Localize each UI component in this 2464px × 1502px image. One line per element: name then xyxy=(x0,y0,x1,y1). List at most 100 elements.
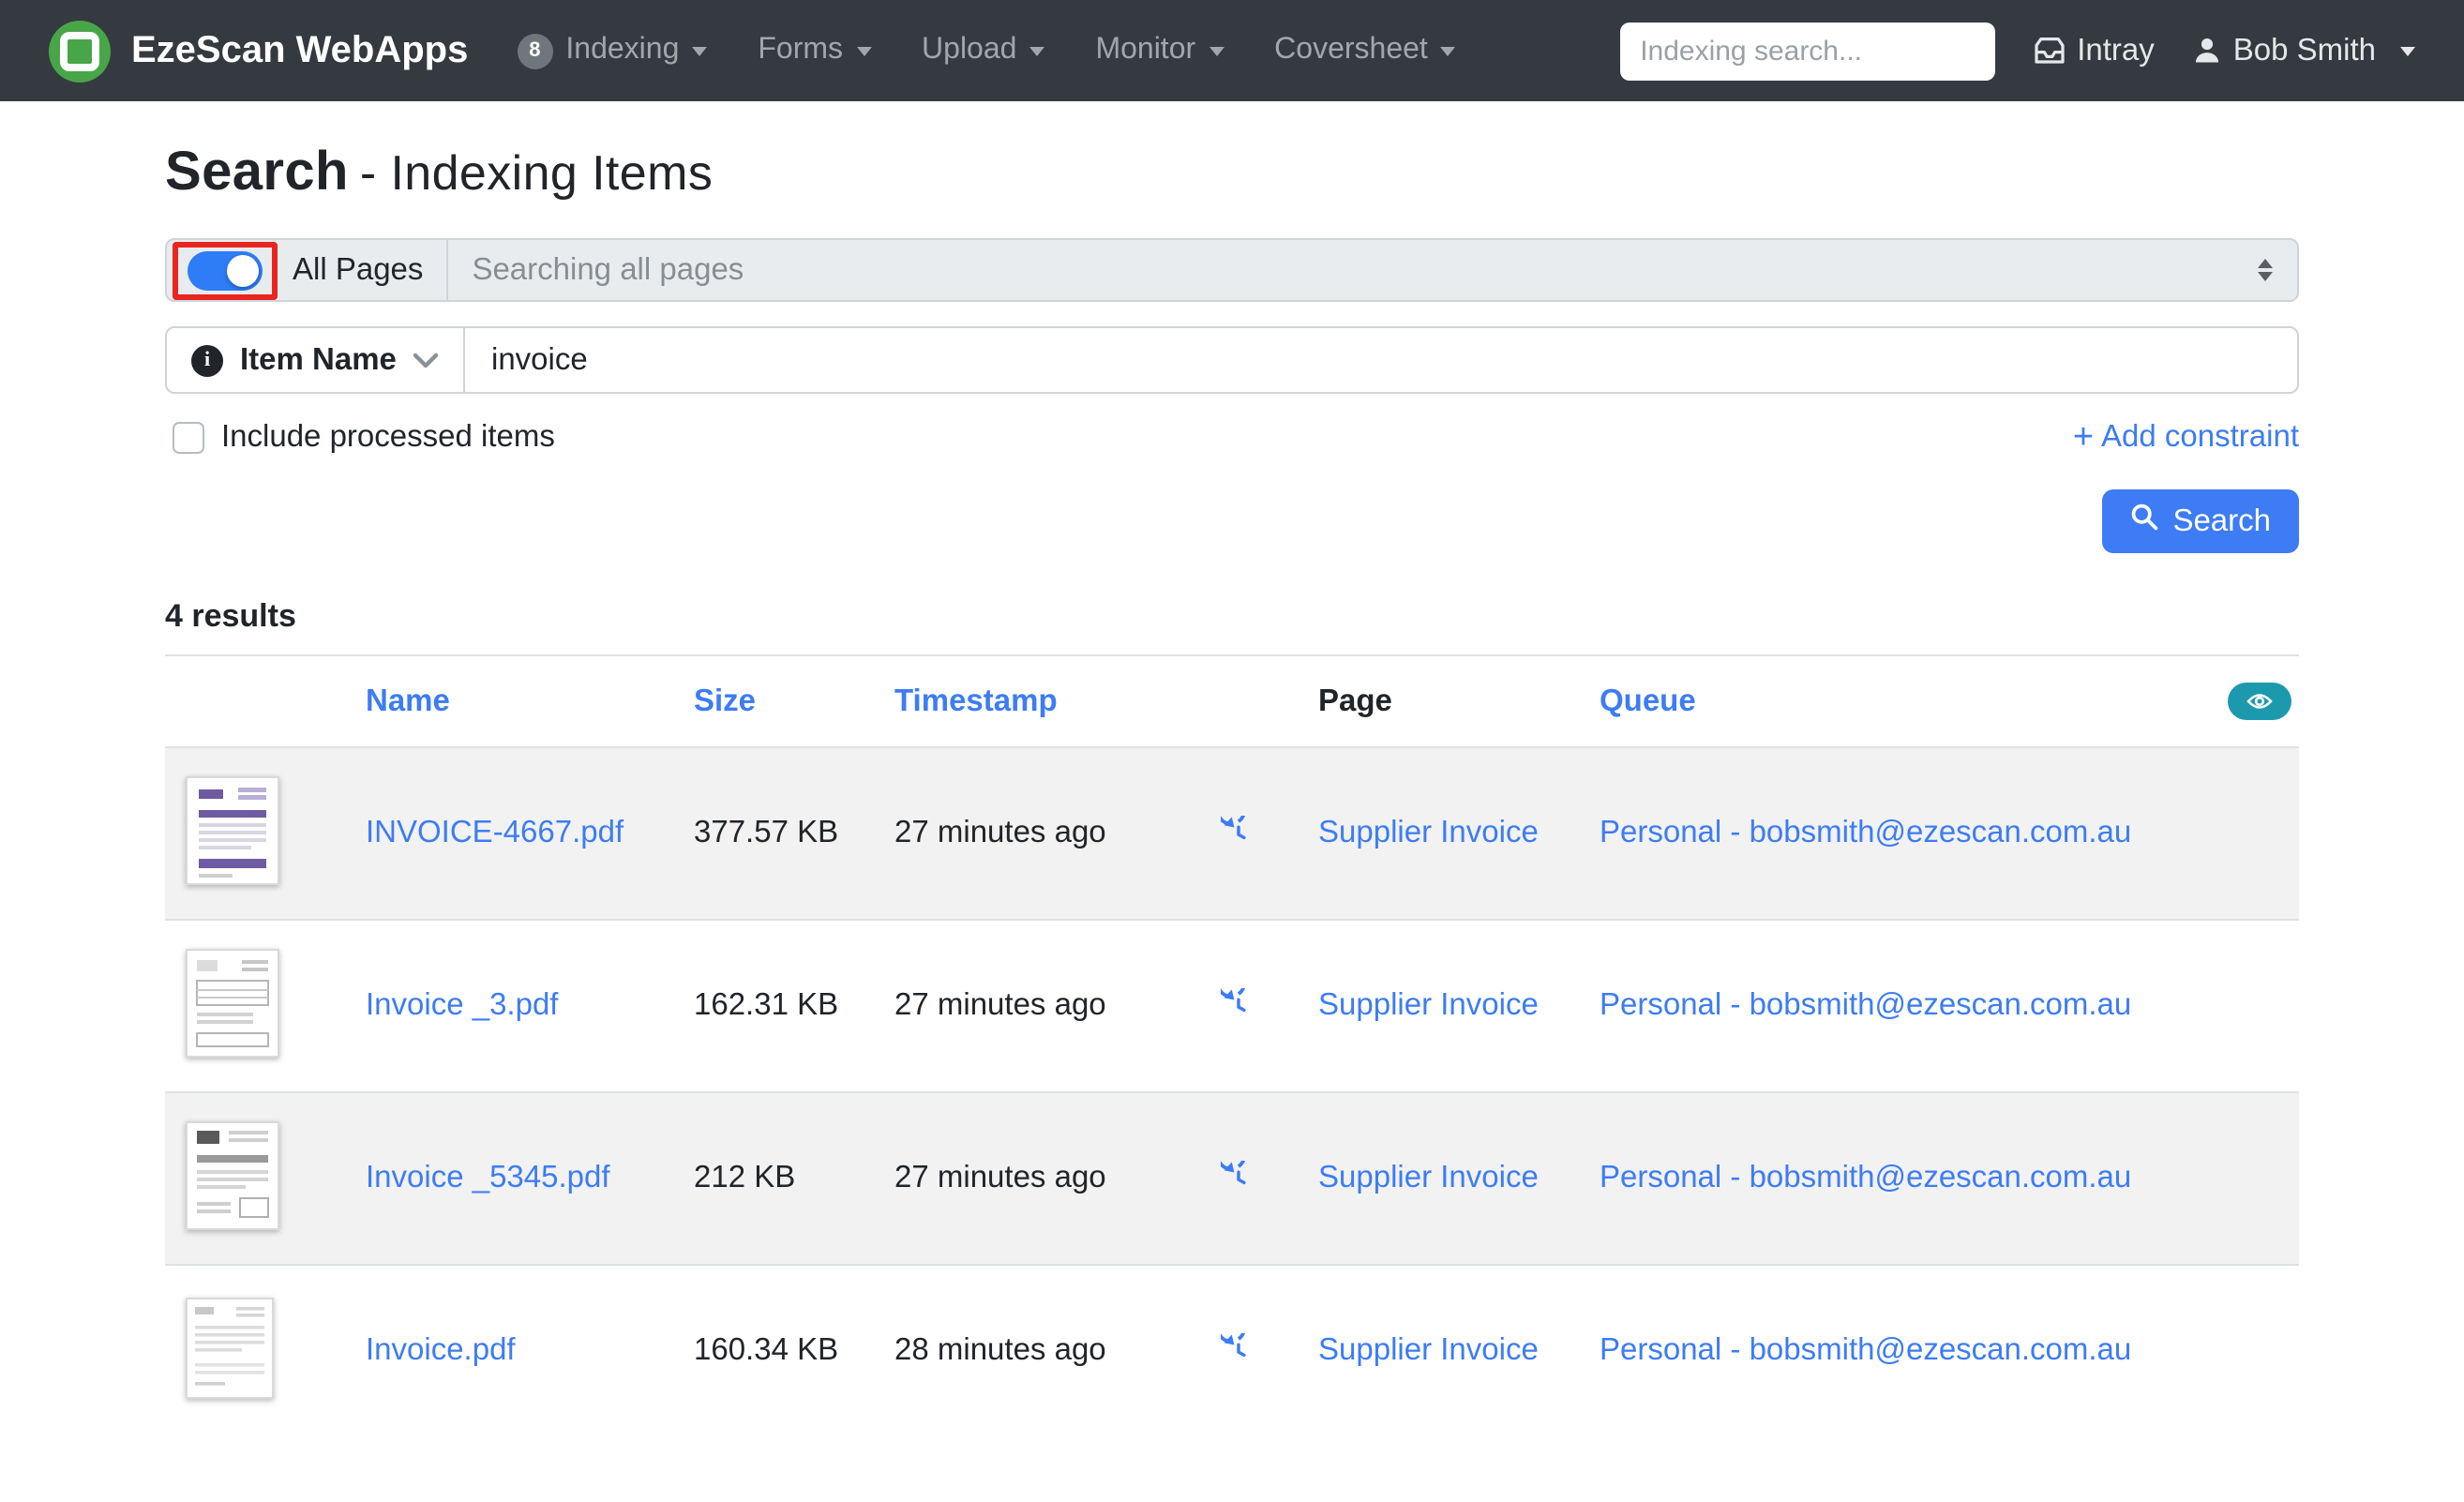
all-pages-filter-group: All Pages Searching all pages xyxy=(165,238,2299,302)
page-link[interactable]: Supplier Invoice xyxy=(1318,1333,1539,1367)
page-title-subtitle: - Indexing Items xyxy=(359,144,714,201)
top-navbar: EzeScan WebApps 8 Indexing Forms Upload … xyxy=(0,0,2464,101)
history-icon[interactable] xyxy=(1221,1161,1256,1196)
sort-header-queue[interactable]: Queue xyxy=(1600,683,1696,717)
chevron-down-icon xyxy=(2400,46,2415,55)
chevron-down-icon xyxy=(413,352,440,368)
page-title: Search - Indexing Items xyxy=(165,143,2299,204)
table-row: Invoice _5345.pdf 212 KB 27 minutes ago … xyxy=(165,1091,2299,1264)
file-link[interactable]: INVOICE-4667.pdf xyxy=(366,816,624,849)
page-link[interactable]: Supplier Invoice xyxy=(1318,816,1539,849)
page-link[interactable]: Supplier Invoice xyxy=(1318,988,1539,1022)
page-link[interactable]: Supplier Invoice xyxy=(1318,1161,1539,1194)
field-selector-dropdown[interactable]: i Item Name xyxy=(167,328,465,392)
file-size: 212 KB xyxy=(694,1161,796,1194)
results-table: Name Size Timestamp Page Queue INVOICE-4… xyxy=(165,654,2299,1436)
main-nav: 8 Indexing Forms Upload Monitor Covershe… xyxy=(517,33,1456,68)
toggle-thumbnails-button[interactable] xyxy=(2228,683,2291,720)
indexing-count-badge: 8 xyxy=(517,33,553,68)
history-icon[interactable] xyxy=(1221,988,1256,1024)
sort-header-name[interactable]: Name xyxy=(366,683,450,717)
nav-item-coversheet[interactable]: Coversheet xyxy=(1274,34,1456,68)
user-name: Bob Smith xyxy=(2232,33,2376,67)
all-pages-prepend: All Pages xyxy=(167,240,448,300)
nav-item-label: Upload xyxy=(922,34,1017,66)
chevron-down-icon xyxy=(1440,46,1456,55)
sort-header-timestamp[interactable]: Timestamp xyxy=(894,683,1058,717)
all-pages-label: All Pages xyxy=(293,252,424,286)
document-thumbnail[interactable] xyxy=(186,1297,274,1398)
chevron-down-icon xyxy=(856,46,872,55)
search-button-label: Search xyxy=(2172,503,2271,537)
file-link[interactable]: Invoice _3.pdf xyxy=(366,988,559,1022)
eye-icon xyxy=(2246,687,2273,715)
toggle-knob xyxy=(227,254,259,286)
nav-item-indexing[interactable]: 8 Indexing xyxy=(517,33,708,68)
file-size: 377.57 KB xyxy=(694,816,839,849)
ezescan-logo-icon xyxy=(49,20,111,82)
search-icon xyxy=(2129,503,2157,540)
queue-link[interactable]: Personal - bobsmith@ezescan.com.au xyxy=(1600,816,2131,849)
search-term-input[interactable] xyxy=(465,328,2297,392)
intray-label: Intray xyxy=(2077,33,2155,67)
file-size: 160.34 KB xyxy=(694,1333,839,1367)
table-row: INVOICE-4667.pdf 377.57 KB 27 minutes ag… xyxy=(165,748,2299,919)
file-timestamp: 27 minutes ago xyxy=(894,1161,1106,1194)
chevron-down-icon xyxy=(1209,46,1224,55)
chevron-down-icon xyxy=(1029,46,1045,55)
results-count: 4 results xyxy=(165,598,296,634)
user-icon xyxy=(2192,36,2222,66)
file-link[interactable]: Invoice _5345.pdf xyxy=(366,1161,610,1194)
nav-item-label: Forms xyxy=(758,34,844,66)
intray-button[interactable]: Intray xyxy=(2032,33,2155,68)
document-thumbnail[interactable] xyxy=(186,1120,279,1229)
nav-item-upload[interactable]: Upload xyxy=(922,34,1045,68)
queue-link[interactable]: Personal - bobsmith@ezescan.com.au xyxy=(1600,1333,2131,1367)
file-link[interactable]: Invoice.pdf xyxy=(366,1333,516,1367)
nav-item-label: Indexing xyxy=(565,34,680,66)
all-pages-select-value: Searching all pages xyxy=(472,252,744,286)
all-pages-toggle[interactable] xyxy=(188,250,263,290)
queue-link[interactable]: Personal - bobsmith@ezescan.com.au xyxy=(1600,988,2131,1022)
nav-item-label: Coversheet xyxy=(1274,34,1428,66)
add-constraint-label: Add constraint xyxy=(2101,420,2299,454)
queue-link[interactable]: Personal - bobsmith@ezescan.com.au xyxy=(1600,1161,2131,1194)
brand-title[interactable]: EzeScan WebApps xyxy=(131,29,468,72)
file-timestamp: 28 minutes ago xyxy=(894,1333,1106,1367)
table-row: Invoice _3.pdf 162.31 KB 27 minutes ago … xyxy=(165,919,2299,1091)
include-processed-checkbox-wrap[interactable]: Include processed items xyxy=(165,420,555,456)
history-icon[interactable] xyxy=(1221,1333,1256,1369)
history-icon[interactable] xyxy=(1221,816,1256,851)
user-menu[interactable]: Bob Smith xyxy=(2192,33,2415,68)
include-processed-checkbox[interactable] xyxy=(173,422,204,454)
chevron-down-icon xyxy=(692,46,708,55)
document-thumbnail[interactable] xyxy=(186,775,279,884)
field-selector-label: Item Name xyxy=(240,342,397,376)
table-header-row: Name Size Timestamp Page Queue xyxy=(165,654,2299,748)
sort-header-size[interactable]: Size xyxy=(694,683,756,717)
info-icon: i xyxy=(191,344,223,376)
header-page: Page xyxy=(1318,683,1392,717)
file-timestamp: 27 minutes ago xyxy=(894,816,1106,849)
nav-item-monitor[interactable]: Monitor xyxy=(1095,34,1224,68)
annotation-highlight xyxy=(173,241,278,299)
table-row: Invoice.pdf 160.34 KB 28 minutes ago Sup… xyxy=(165,1264,2299,1436)
document-thumbnail[interactable] xyxy=(186,948,279,1057)
ezescan-webapps-page: EzeScan WebApps 8 Indexing Forms Upload … xyxy=(0,0,2464,1502)
navbar-search-input[interactable] xyxy=(1619,22,1995,80)
plus-icon: + xyxy=(2072,418,2095,458)
add-constraint-link[interactable]: + Add constraint xyxy=(2073,420,2299,456)
options-row: Include processed items + Add constraint xyxy=(165,420,2299,456)
main-content: Search - Indexing Items All Pages Searchi… xyxy=(165,101,2299,1436)
all-pages-select[interactable]: Searching all pages xyxy=(447,240,2297,300)
select-updown-icon xyxy=(2258,258,2273,282)
include-processed-label: Include processed items xyxy=(221,420,555,454)
search-button[interactable]: Search xyxy=(2101,489,2299,553)
page-title-main: Search xyxy=(165,143,349,203)
actions-row: Search xyxy=(165,489,2299,553)
search-field-group: i Item Name xyxy=(165,326,2299,394)
nav-item-label: Monitor xyxy=(1095,34,1196,66)
file-size: 162.31 KB xyxy=(694,988,839,1022)
file-timestamp: 27 minutes ago xyxy=(894,988,1106,1022)
nav-item-forms[interactable]: Forms xyxy=(758,34,872,68)
